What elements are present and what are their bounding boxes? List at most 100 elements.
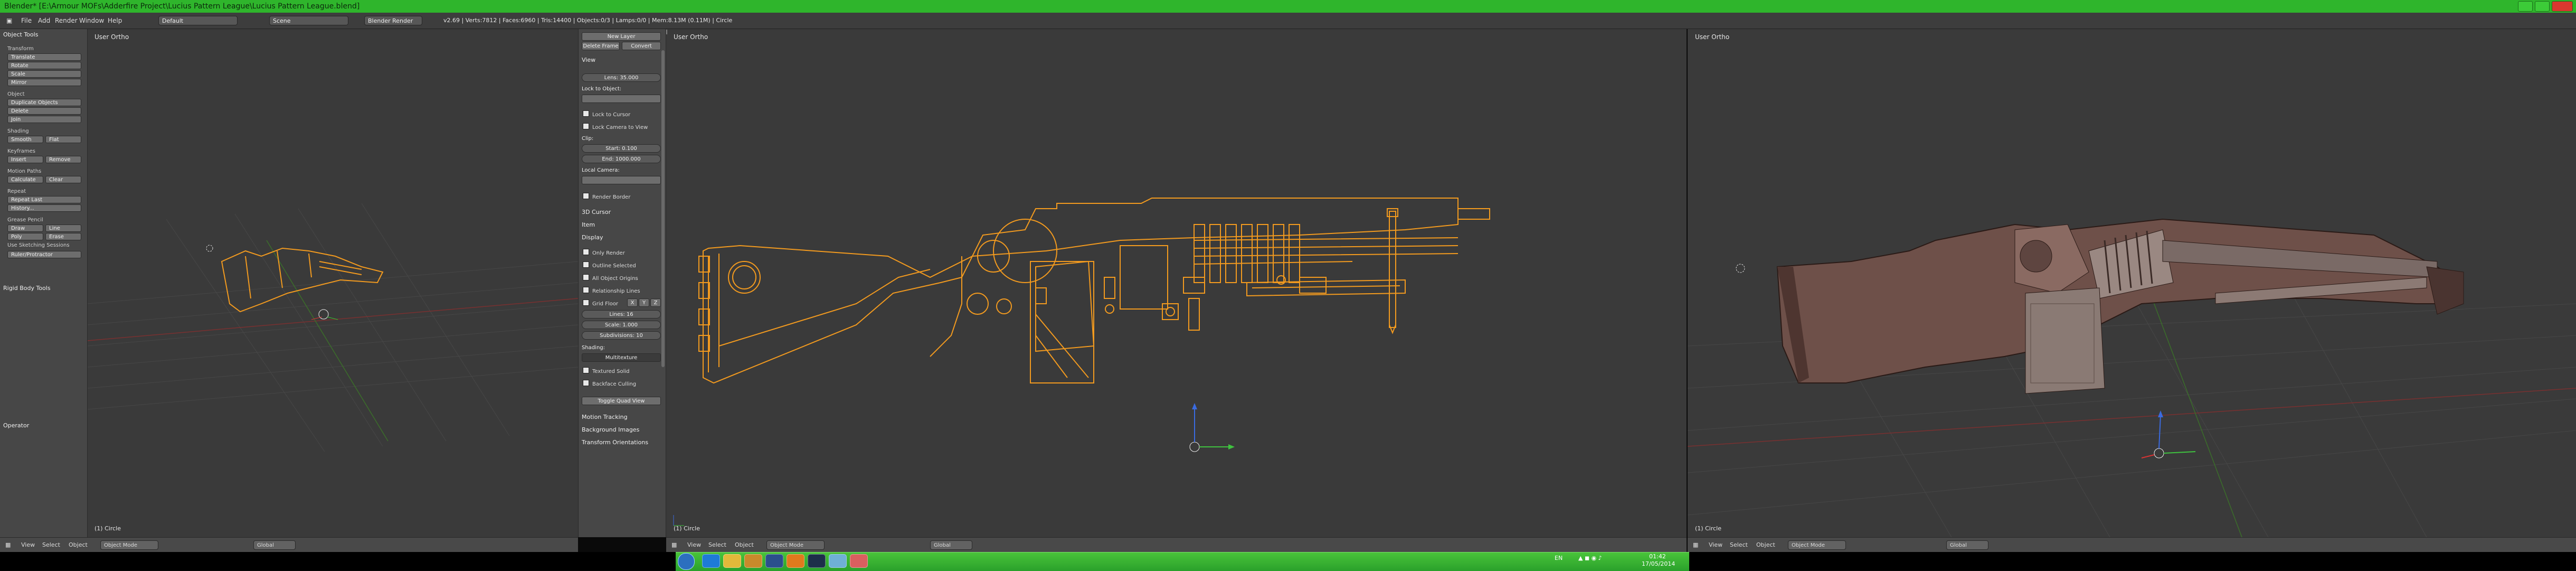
mode-select[interactable]: Object Mode bbox=[766, 540, 825, 550]
viewport-left[interactable]: User Ortho (1) Circle bbox=[87, 29, 578, 537]
rotate-button[interactable]: Rotate bbox=[7, 62, 81, 69]
local-camera-field[interactable] bbox=[582, 176, 661, 184]
join-button[interactable]: Join bbox=[7, 116, 81, 123]
menu-help[interactable]: Help bbox=[108, 13, 122, 29]
select-menu[interactable]: Select bbox=[42, 538, 60, 553]
convert-button[interactable]: Convert bbox=[622, 42, 661, 50]
mode-select[interactable]: Object Mode bbox=[1788, 540, 1846, 550]
select-menu[interactable]: Select bbox=[1730, 538, 1748, 553]
grid-x-toggle[interactable]: X bbox=[627, 298, 638, 307]
start-button[interactable] bbox=[678, 553, 695, 570]
motion-tracking-section[interactable]: Motion Tracking bbox=[582, 414, 628, 420]
lock-camera-checkbox[interactable]: Lock Camera to View bbox=[583, 123, 648, 130]
view-menu[interactable]: View bbox=[687, 538, 701, 553]
photoshop-icon[interactable] bbox=[765, 554, 783, 568]
maximize-icon[interactable] bbox=[2535, 1, 2550, 12]
display-section[interactable]: Display bbox=[582, 234, 603, 241]
lens-field[interactable]: Lens: 35.000 bbox=[582, 73, 661, 82]
item-section[interactable]: Item bbox=[582, 221, 595, 228]
menu-file[interactable]: File bbox=[21, 13, 32, 29]
scale-button[interactable]: Scale bbox=[7, 70, 81, 78]
relationship-lines-checkbox[interactable]: Relationship Lines bbox=[583, 287, 640, 294]
folder-icon[interactable] bbox=[744, 554, 762, 568]
blender-icon[interactable] bbox=[787, 554, 804, 568]
view-menu[interactable]: View bbox=[21, 538, 35, 553]
tray-icons[interactable]: ▲ ◼ ◉ ♪ bbox=[1578, 555, 1602, 561]
operator-panel[interactable]: Operator bbox=[3, 422, 29, 429]
insert-key-button[interactable]: Insert bbox=[7, 156, 43, 163]
viewport-right[interactable]: User Ortho (1) Circle bbox=[1688, 29, 2576, 537]
lock-object-field[interactable] bbox=[582, 95, 661, 103]
minimize-icon[interactable] bbox=[2518, 1, 2533, 12]
grid-scale-field[interactable]: Scale: 1.000 bbox=[582, 321, 661, 329]
editor-type-icon[interactable]: ▦ bbox=[671, 538, 677, 553]
rigid-body-panel[interactable]: Rigid Body Tools bbox=[3, 285, 51, 292]
grid-z-toggle[interactable]: Z bbox=[650, 298, 661, 307]
delete-frame-button[interactable]: Delete Frame bbox=[582, 42, 620, 50]
lock-cursor-checkbox[interactable]: Lock to Cursor bbox=[583, 110, 630, 118]
clear-button[interactable]: Clear bbox=[45, 176, 81, 183]
editor-type-icon[interactable]: ▦ bbox=[1693, 538, 1698, 553]
new-layer-button[interactable]: New Layer bbox=[582, 32, 661, 41]
shading-select[interactable]: Multitexture bbox=[582, 353, 661, 362]
flat-button[interactable]: Flat bbox=[45, 136, 81, 143]
clip-start-field[interactable]: Start: 0.100 bbox=[582, 144, 661, 153]
outline-selected-checkbox[interactable]: Outline Selected bbox=[583, 261, 636, 269]
render-border-checkbox[interactable]: Render Border bbox=[583, 193, 630, 200]
menu-render[interactable]: Render bbox=[55, 13, 78, 29]
view-section[interactable]: View bbox=[582, 57, 595, 63]
menu-add[interactable]: Add bbox=[38, 13, 50, 29]
transform-orientations-section[interactable]: Transform Orientations bbox=[582, 439, 648, 446]
textured-solid-checkbox[interactable]: Textured Solid bbox=[583, 367, 630, 375]
subdivisions-field[interactable]: Subdivisions: 10 bbox=[582, 331, 661, 340]
object-origins-checkbox[interactable]: All Object Origins bbox=[583, 274, 638, 282]
grid-lines-field[interactable]: Lines: 16 bbox=[582, 310, 661, 319]
delete-button[interactable]: Delete bbox=[7, 107, 81, 115]
notepad-icon[interactable] bbox=[829, 554, 847, 568]
mode-select[interactable]: Object Mode bbox=[100, 540, 158, 550]
orientation-select[interactable]: Global bbox=[930, 540, 972, 550]
render-engine-select[interactable]: Blender Render bbox=[364, 16, 422, 25]
ruler-button[interactable]: Ruler/Protractor bbox=[7, 251, 81, 258]
close-icon[interactable] bbox=[2552, 1, 2573, 12]
erase-button[interactable]: Erase bbox=[45, 233, 81, 240]
duplicate-button[interactable]: Duplicate Objects bbox=[7, 99, 81, 106]
object-menu[interactable]: Object bbox=[1756, 538, 1775, 553]
blender-logo-icon[interactable]: ▣ bbox=[6, 13, 12, 29]
mirror-button[interactable]: Mirror bbox=[7, 79, 81, 86]
clock[interactable]: 01:42 17/05/2014 bbox=[1642, 553, 1675, 568]
tool-shelf-title[interactable]: Object Tools bbox=[3, 31, 38, 38]
view-menu[interactable]: View bbox=[1709, 538, 1722, 553]
cursor-section[interactable]: 3D Cursor bbox=[582, 209, 611, 216]
grid-floor-checkbox[interactable]: Grid Floor bbox=[583, 299, 618, 307]
panel-scrollbar[interactable] bbox=[661, 50, 665, 367]
paint-icon[interactable] bbox=[850, 554, 868, 568]
object-menu[interactable]: Object bbox=[69, 538, 88, 553]
select-menu[interactable]: Select bbox=[708, 538, 726, 553]
viewport-center[interactable]: User Ortho (1) Circle bbox=[666, 29, 1687, 537]
repeat-last-button[interactable]: Repeat Last bbox=[7, 196, 81, 203]
orientation-select[interactable]: Global bbox=[253, 540, 296, 550]
orientation-select[interactable]: Global bbox=[1946, 540, 1988, 550]
object-menu[interactable]: Object bbox=[735, 538, 754, 553]
calculate-button[interactable]: Calculate bbox=[7, 176, 43, 183]
background-images-section[interactable]: Background Images bbox=[582, 426, 639, 433]
sketching-checkbox[interactable]: Use Sketching Sessions bbox=[7, 242, 70, 248]
menu-window[interactable]: Window bbox=[79, 13, 104, 29]
editor-type-icon[interactable]: ▦ bbox=[5, 538, 11, 553]
history-button[interactable]: History... bbox=[7, 204, 81, 212]
line-button[interactable]: Line bbox=[45, 224, 81, 232]
grid-y-toggle[interactable]: Y bbox=[639, 298, 649, 307]
clip-end-field[interactable]: End: 1000.000 bbox=[582, 155, 661, 163]
steam-icon[interactable] bbox=[808, 554, 826, 568]
toggle-quad-view-button[interactable]: Toggle Quad View bbox=[582, 397, 661, 405]
only-render-checkbox[interactable]: Only Render bbox=[583, 249, 625, 256]
remove-key-button[interactable]: Remove bbox=[45, 156, 81, 163]
poly-button[interactable]: Poly bbox=[7, 233, 43, 240]
draw-button[interactable]: Draw bbox=[7, 224, 43, 232]
smooth-button[interactable]: Smooth bbox=[7, 136, 43, 143]
skype-icon[interactable] bbox=[702, 554, 720, 568]
chrome-icon[interactable] bbox=[723, 554, 741, 568]
language-indicator[interactable]: EN bbox=[1555, 555, 1562, 561]
scene-select[interactable]: Scene bbox=[269, 16, 348, 25]
